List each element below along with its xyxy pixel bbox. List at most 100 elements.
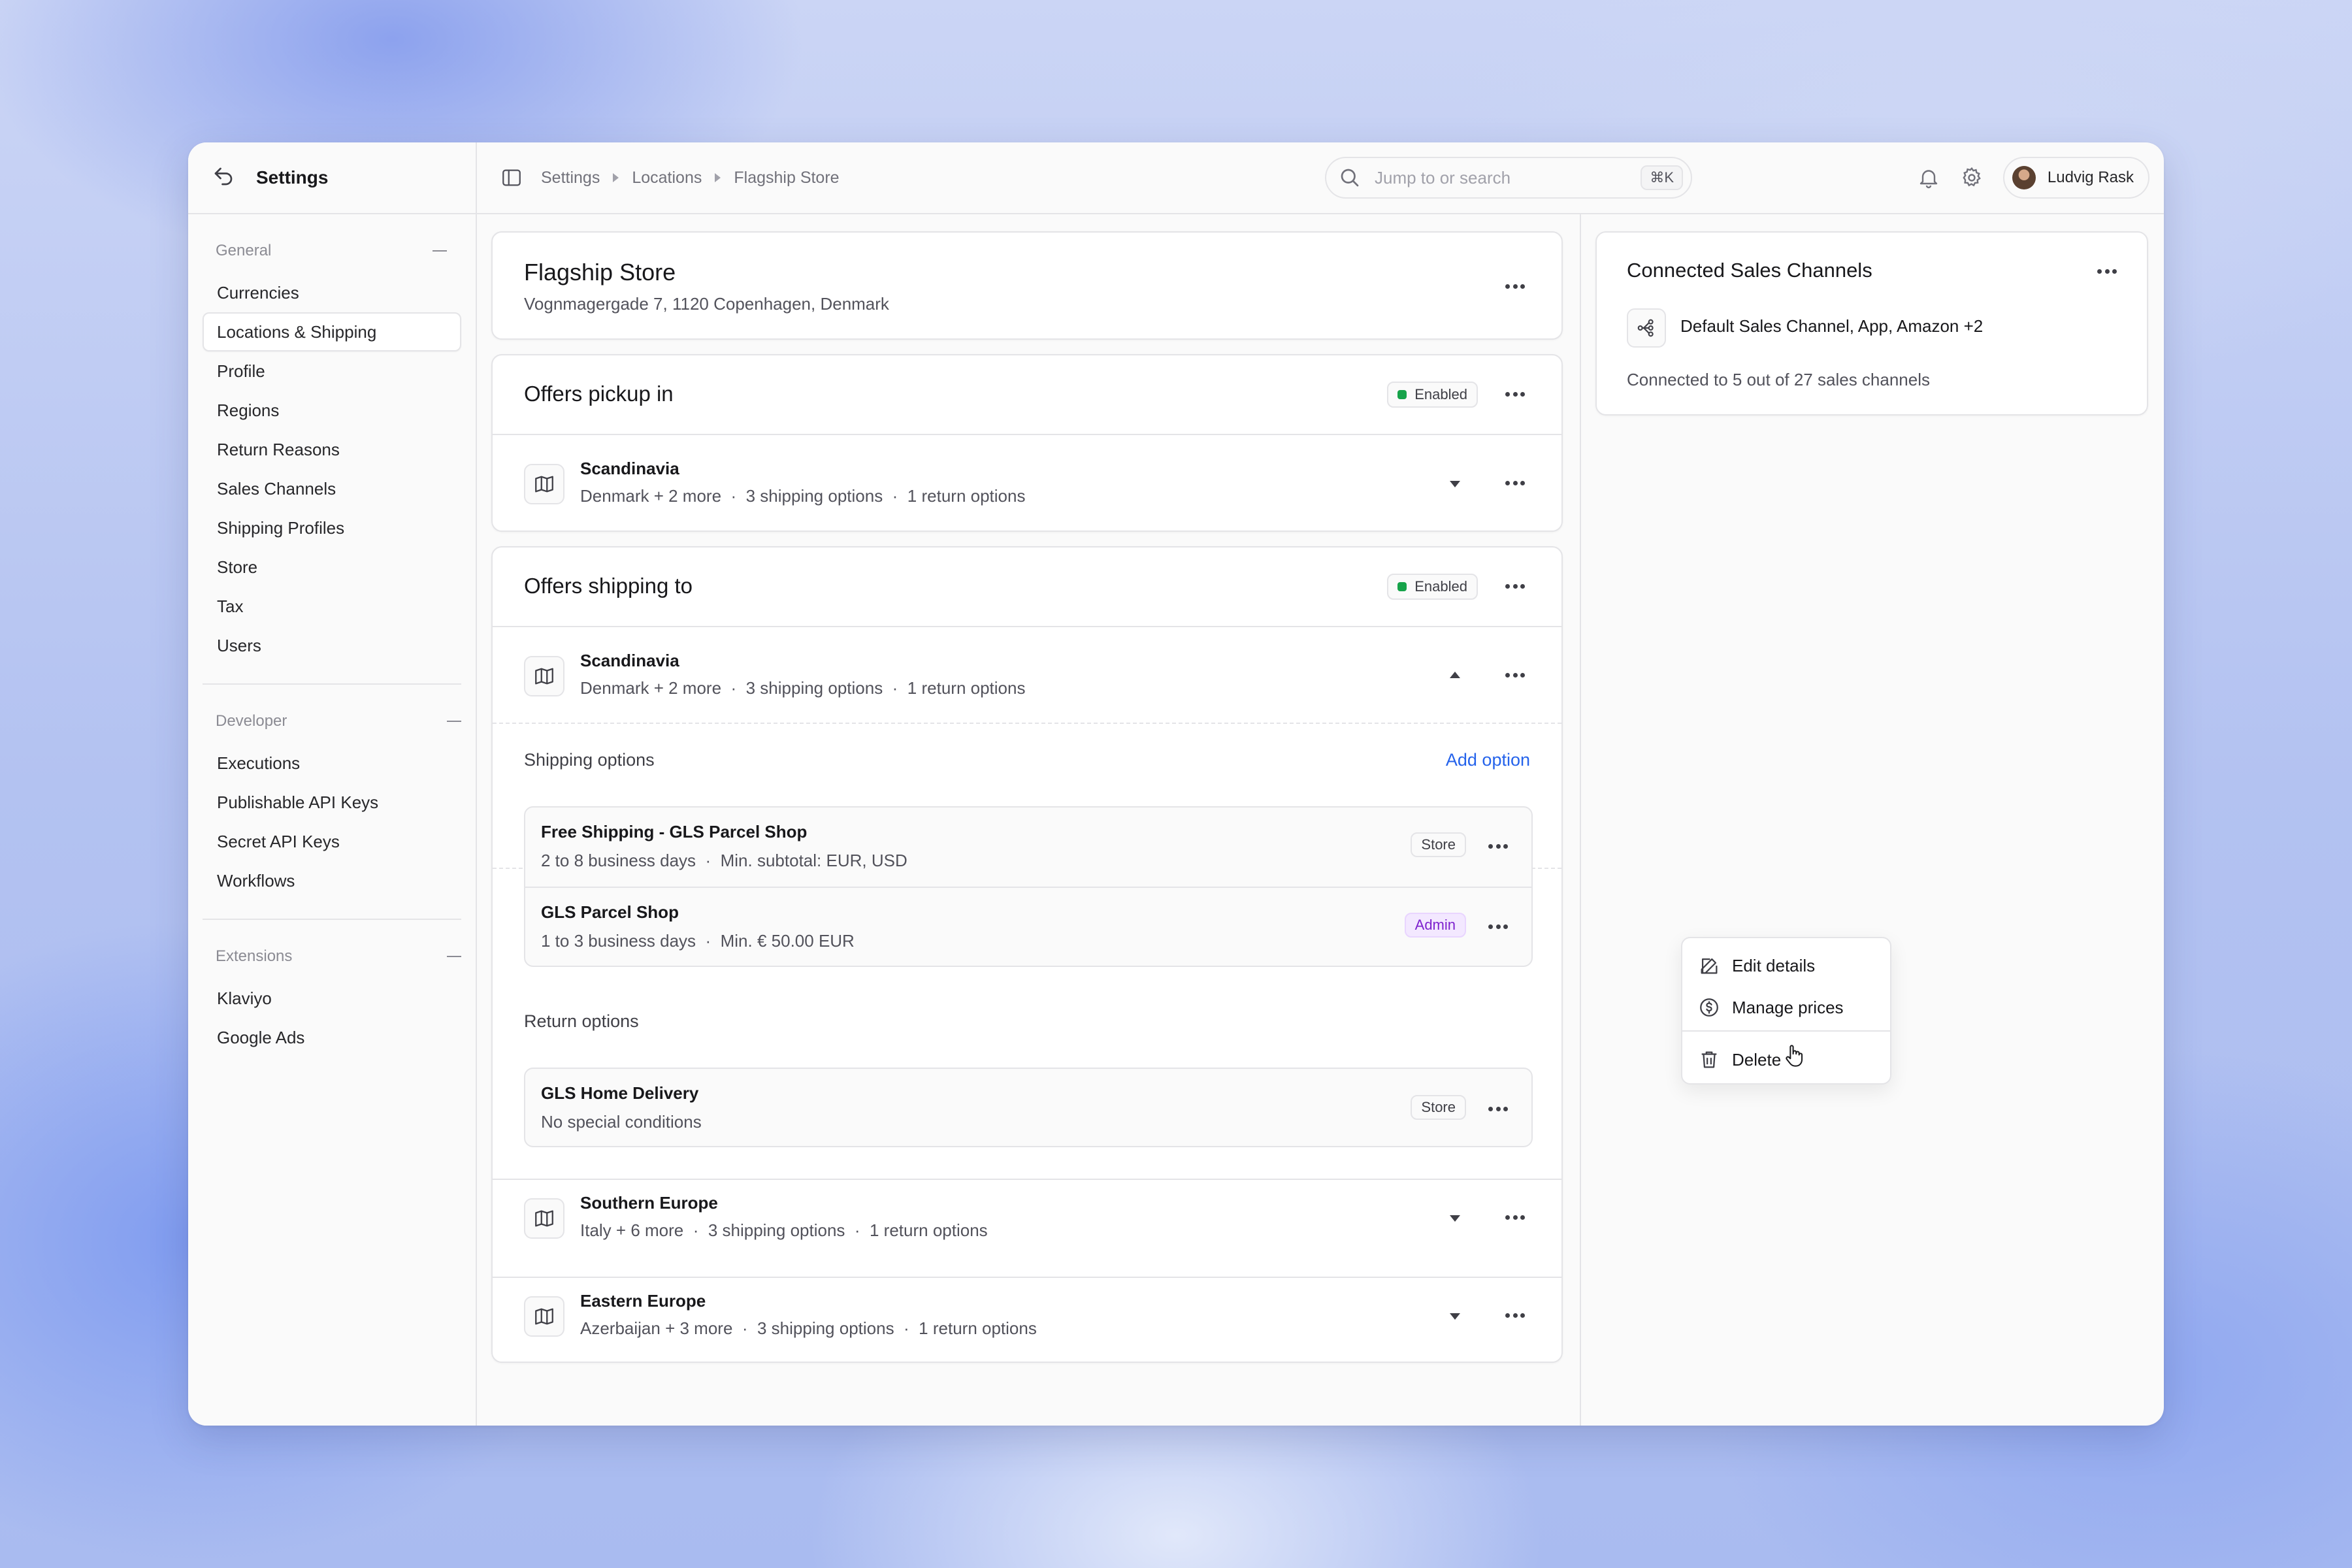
chevron-down-icon[interactable] (1450, 1215, 1460, 1222)
collapse-icon[interactable] (447, 721, 461, 722)
topbar-actions: Ludvig Rask (1917, 157, 2149, 199)
dollar-icon (1700, 998, 1718, 1017)
more-actions-icon[interactable] (1488, 844, 1508, 849)
search-placeholder: Jump to or search (1375, 167, 1511, 188)
option-details: No special conditions (541, 1112, 702, 1132)
menu-item-label: Delete (1732, 1049, 1782, 1070)
hand-cursor-icon (1786, 1045, 1803, 1067)
sidebar-toggle-icon[interactable] (500, 167, 523, 189)
pencil-icon (1701, 958, 1718, 974)
breadcrumb-locations[interactable]: Locations (632, 169, 702, 188)
map-icon (535, 476, 553, 493)
map-icon (535, 668, 553, 685)
breadcrumb-separator-icon (613, 173, 619, 182)
zone-icon-box (524, 656, 564, 696)
section-header-developer[interactable]: Developer (203, 708, 461, 734)
bell-icon[interactable] (1917, 166, 1940, 189)
more-actions-icon[interactable] (1488, 1107, 1508, 1112)
option-details: 2 to 8 business days · Min. subtotal: EU… (541, 851, 907, 870)
breadcrumb-separator-icon (715, 173, 721, 182)
sidebar-item-regions[interactable]: Regions (203, 391, 461, 430)
sidebar-item-return-reasons[interactable]: Return Reasons (203, 430, 461, 469)
sidebar-section-extensions: Extensions Klaviyo Google Ads (203, 919, 461, 1075)
zone-name: Eastern Europe (580, 1291, 706, 1311)
option-badge: Store (1411, 832, 1466, 857)
more-actions-icon[interactable] (1505, 1313, 1525, 1318)
collapse-icon[interactable] (447, 956, 461, 957)
back-arrow-icon[interactable] (212, 165, 235, 191)
menu-item-label: Manage prices (1732, 997, 1844, 1017)
menu-item-edit-details[interactable]: Edit details (1682, 946, 1890, 985)
sidebar-item-store[interactable]: Store (203, 547, 461, 587)
map-icon (535, 1210, 553, 1227)
sidebar-item-executions[interactable]: Executions (203, 743, 461, 783)
option-name: GLS Home Delivery (541, 1083, 699, 1103)
zone-icon-box (524, 1296, 564, 1337)
section-header-general[interactable]: General (203, 238, 461, 264)
map-icon (535, 1308, 553, 1325)
more-actions-icon[interactable] (1505, 673, 1525, 678)
sales-channels-card: Connected Sales Channels Default Sales C… (1595, 231, 2148, 416)
more-actions-icon[interactable] (1505, 284, 1525, 289)
more-actions-icon[interactable] (1505, 584, 1525, 589)
shortcut-hint: ⌘K (1641, 165, 1683, 190)
more-actions-icon[interactable] (1505, 392, 1525, 397)
channels-icon-box (1627, 308, 1666, 348)
shipping-card: Offers shipping to Enabled Scandinavia D… (491, 546, 1563, 1363)
section-title: General (216, 242, 272, 259)
location-card: Flagship Store Vognmagergade 7, 1120 Cop… (491, 231, 1563, 340)
sidebar-item-google-ads[interactable]: Google Ads (203, 1018, 461, 1057)
shipping-option-row: Free Shipping - GLS Parcel Shop 2 to 8 b… (525, 808, 1531, 887)
sidebar-item-shipping-profiles[interactable]: Shipping Profiles (203, 508, 461, 547)
sidebar-item-secret-api-keys[interactable]: Secret API Keys (203, 822, 461, 861)
pickup-card: Offers pickup in Enabled Scandinavia Den… (491, 354, 1563, 532)
channels-icon (1637, 319, 1654, 337)
sidebar-item-locations-shipping[interactable]: Locations & Shipping (203, 312, 461, 351)
channels-summary: Connected to 5 out of 27 sales channels (1627, 370, 1930, 389)
sidebar-header: Settings (188, 142, 476, 214)
settings-window: Settings General Currencies Locations & … (188, 142, 2164, 1426)
user-menu-button[interactable]: Ludvig Rask (2002, 157, 2149, 199)
chevron-up-icon[interactable] (1450, 672, 1460, 678)
menu-item-manage-prices[interactable]: Manage prices (1682, 988, 1890, 1027)
add-option-link[interactable]: Add option (1446, 750, 1530, 770)
gear-icon[interactable] (1960, 166, 1984, 189)
zone-name: Southern Europe (580, 1193, 718, 1213)
collapse-icon[interactable] (433, 250, 447, 252)
search-input[interactable]: Jump to or search ⌘K (1325, 157, 1692, 199)
sidebar-item-currencies[interactable]: Currencies (203, 273, 461, 312)
shipping-options-list: Free Shipping - GLS Parcel Shop 2 to 8 b… (524, 806, 1533, 967)
shipping-options-label: Shipping options (524, 750, 655, 770)
option-name: GLS Parcel Shop (541, 902, 679, 922)
sidebar-section-general: General Currencies Locations & Shipping … (188, 214, 476, 683)
shipping-title: Offers shipping to (524, 574, 693, 598)
sales-channels-title: Connected Sales Channels (1627, 259, 1872, 282)
location-address: Vognmagergade 7, 1120 Copenhagen, Denmar… (524, 294, 889, 314)
more-actions-icon[interactable] (1505, 1215, 1525, 1220)
sidebar-item-workflows[interactable]: Workflows (203, 861, 461, 900)
zone-icon-box (524, 1198, 564, 1239)
channels-list: Default Sales Channel, App, Amazon +2 (1680, 316, 1984, 336)
chevron-down-icon[interactable] (1450, 1313, 1460, 1320)
more-actions-icon[interactable] (2097, 269, 2117, 274)
sidebar: Settings General Currencies Locations & … (188, 142, 477, 1426)
breadcrumb-settings[interactable]: Settings (541, 169, 600, 188)
sidebar-item-sales-channels[interactable]: Sales Channels (203, 469, 461, 508)
more-actions-icon[interactable] (1488, 924, 1508, 930)
pickup-title: Offers pickup in (524, 382, 674, 406)
sidebar-item-profile[interactable]: Profile (203, 351, 461, 391)
sidebar-item-tax[interactable]: Tax (203, 587, 461, 626)
sidebar-item-users[interactable]: Users (203, 626, 461, 665)
return-options-label: Return options (524, 1011, 639, 1031)
chevron-down-icon[interactable] (1450, 481, 1460, 487)
zone-icon-box (524, 464, 564, 504)
sidebar-item-publishable-api-keys[interactable]: Publishable API Keys (203, 783, 461, 822)
sidebar-item-klaviyo[interactable]: Klaviyo (203, 979, 461, 1018)
user-name: Ludvig Rask (2047, 169, 2134, 186)
option-badge: Store (1411, 1095, 1466, 1120)
section-header-extensions[interactable]: Extensions (203, 943, 461, 970)
more-actions-icon[interactable] (1505, 481, 1525, 486)
search-icon (1341, 169, 1359, 187)
option-details: 1 to 3 business days · Min. € 50.00 EUR (541, 931, 855, 951)
location-name: Flagship Store (524, 259, 676, 286)
